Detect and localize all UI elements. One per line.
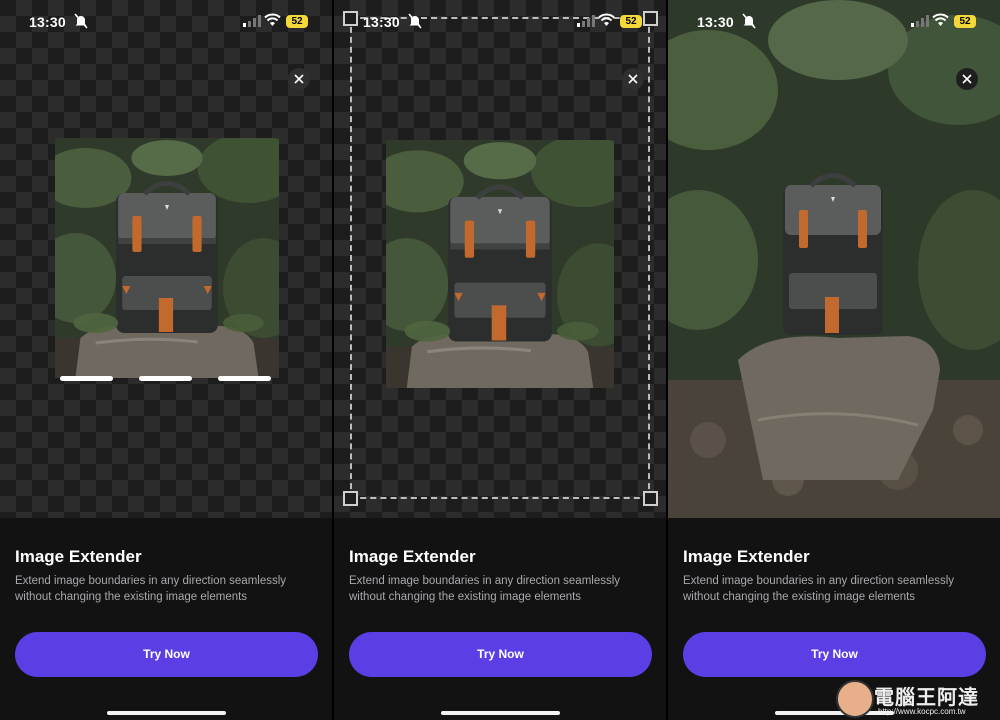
close-button[interactable] xyxy=(288,68,310,90)
panel-original: 13:30 52 Image Extender Extend image bou… xyxy=(0,0,332,720)
feature-title: Image Extender xyxy=(15,547,142,566)
feature-title: Image Extender xyxy=(349,547,476,566)
watermark-name: 電腦王阿達 xyxy=(874,685,979,709)
battery-indicator: 52 xyxy=(286,15,308,28)
silent-bell-icon xyxy=(408,13,422,29)
try-now-button[interactable]: Try Now xyxy=(15,632,318,677)
feature-description: Extend image boundaries in any direction… xyxy=(15,575,287,603)
status-time: 13:30 xyxy=(363,14,400,30)
extend-frame[interactable] xyxy=(350,17,650,499)
status-bar: 13:30 52 xyxy=(334,0,666,44)
extended-photo xyxy=(668,0,1000,518)
cellular-signal-icon xyxy=(243,15,261,27)
wifi-icon xyxy=(932,13,949,26)
cellular-signal-icon xyxy=(577,15,595,27)
crop-handle-center[interactable] xyxy=(139,376,192,381)
cellular-signal-icon xyxy=(911,15,929,27)
frame-corner-bottom-right[interactable] xyxy=(643,491,658,506)
status-bar: 13:30 52 xyxy=(668,0,1000,44)
crop-handle-right[interactable] xyxy=(218,376,271,381)
close-icon xyxy=(294,74,304,84)
watermark-logo-icon xyxy=(836,680,874,718)
close-button[interactable] xyxy=(956,68,978,90)
battery-indicator: 52 xyxy=(954,15,976,28)
original-photo xyxy=(55,138,279,378)
panel-extend-frame: 13:30 52 Image Extender Extend image bou… xyxy=(334,0,666,720)
close-icon xyxy=(628,74,638,84)
crop-handle-left[interactable] xyxy=(60,376,113,381)
panel-extended-result: 13:30 52 Image Extender Extend image bou… xyxy=(668,0,1000,720)
feature-title: Image Extender xyxy=(683,547,810,566)
feature-description: Extend image boundaries in any direction… xyxy=(683,575,955,603)
home-indicator[interactable] xyxy=(441,711,560,715)
home-indicator[interactable] xyxy=(775,711,894,715)
status-time: 13:30 xyxy=(697,14,734,30)
wifi-icon xyxy=(598,13,615,26)
close-icon xyxy=(962,74,972,84)
feature-description: Extend image boundaries in any direction… xyxy=(349,575,621,603)
status-bar: 13:30 52 xyxy=(0,0,332,44)
try-now-button[interactable]: Try Now xyxy=(683,632,986,677)
status-time: 13:30 xyxy=(29,14,66,30)
battery-indicator: 52 xyxy=(620,15,642,28)
close-button[interactable] xyxy=(622,68,644,90)
wifi-icon xyxy=(264,13,281,26)
silent-bell-icon xyxy=(74,13,88,29)
watermark-url: http://www.kocpc.com.tw xyxy=(878,707,966,716)
try-now-button[interactable]: Try Now xyxy=(349,632,652,677)
home-indicator[interactable] xyxy=(107,711,226,715)
frame-corner-bottom-left[interactable] xyxy=(343,491,358,506)
silent-bell-icon xyxy=(742,13,756,29)
